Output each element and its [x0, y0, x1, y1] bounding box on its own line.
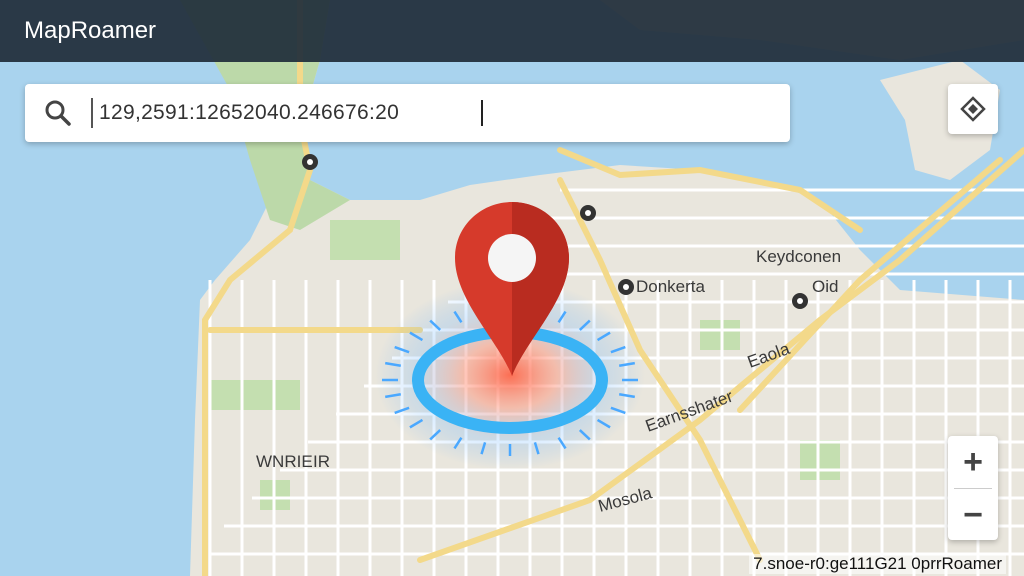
search-bar[interactable] — [25, 84, 790, 142]
map-label: IR — [313, 452, 330, 471]
map-label: Keydconen — [756, 247, 841, 266]
layers-button[interactable] — [948, 84, 998, 134]
map-label: Oid — [812, 277, 838, 296]
search-divider — [91, 98, 93, 128]
map-label: WNRIE — [256, 452, 313, 471]
title-bar: MapRoamer — [0, 0, 1024, 62]
poi-icon[interactable] — [580, 205, 596, 221]
search-input[interactable] — [99, 101, 479, 125]
park — [800, 440, 840, 480]
zoom-out-button[interactable]: − — [948, 489, 998, 541]
search-icon[interactable] — [41, 96, 75, 130]
poi-icon[interactable] — [792, 293, 808, 309]
park — [700, 320, 740, 350]
layers-icon — [960, 96, 986, 122]
map-label: Donkerta — [636, 277, 706, 296]
text-cursor — [481, 100, 483, 126]
poi-icon[interactable] — [302, 154, 318, 170]
zoom-in-button[interactable]: + — [948, 436, 998, 488]
park — [210, 380, 300, 410]
park — [330, 220, 400, 260]
zoom-control: + − — [948, 436, 998, 540]
map-attribution: 7.snoe-r0:ge111G21 0prrRoamer — [749, 554, 1006, 574]
app-title: MapRoamer — [24, 17, 157, 44]
poi-icon[interactable] — [618, 279, 634, 295]
